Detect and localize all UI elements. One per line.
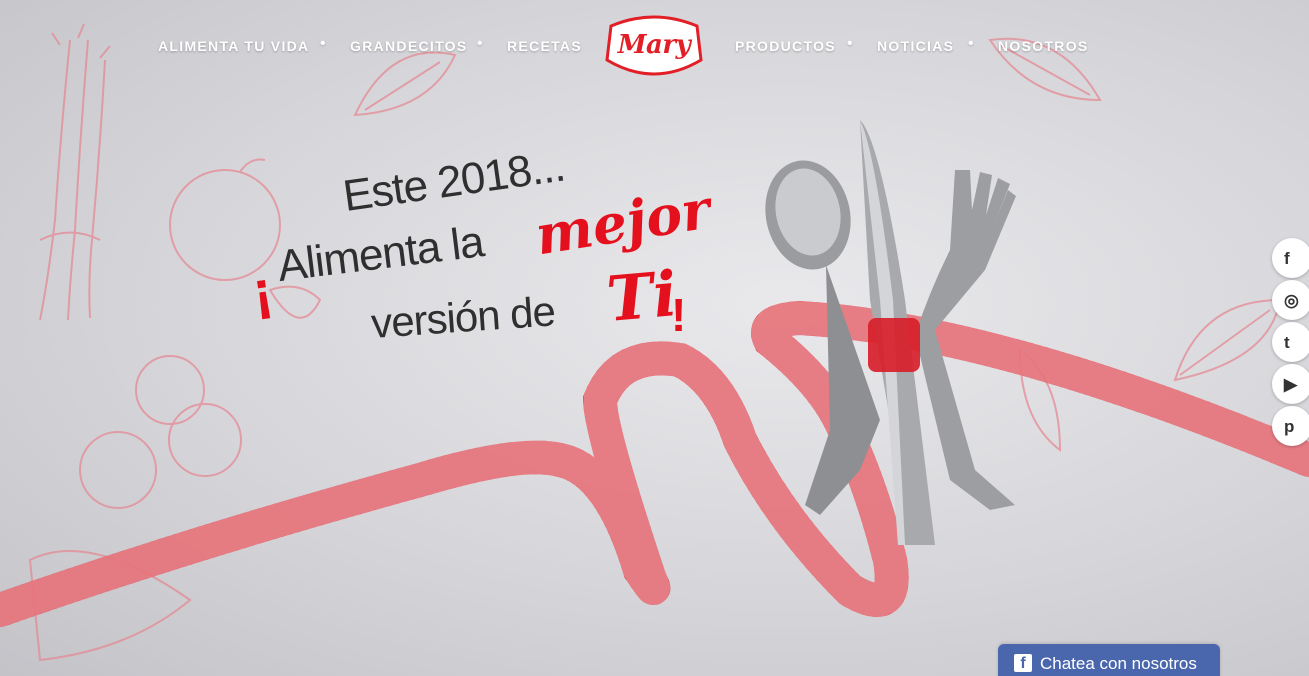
nav-recetas[interactable]: RECETAS (507, 38, 582, 54)
nav-nosotros[interactable]: NOSOTROS (998, 38, 1089, 54)
youtube-link[interactable]: ▶ (1272, 364, 1309, 404)
nav-noticias[interactable]: NOTICIAS (877, 38, 954, 54)
twitter-icon: t (1284, 332, 1290, 352)
pinterest-link[interactable]: p (1272, 406, 1309, 446)
pinterest-icon: p (1284, 416, 1295, 436)
messenger-chat-button[interactable]: f Chatea con nosotros (998, 644, 1220, 676)
youtube-icon: ▶ (1284, 374, 1298, 394)
nav-separator: • (968, 35, 974, 52)
main-navigation: ALIMENTA TU VIDA • GRANDECITOS • RECETAS… (0, 0, 1309, 95)
logo-text: Mary (617, 30, 691, 60)
nav-productos[interactable]: PRODUCTOS (735, 38, 836, 54)
facebook-icon: f (1014, 654, 1032, 672)
headline-line-2: Alimenta la (274, 217, 487, 292)
nav-separator: • (847, 35, 853, 52)
hero-banner: ALIMENTA TU VIDA • GRANDECITOS • RECETAS… (0, 0, 1309, 676)
nav-grandecitos[interactable]: GRANDECITOS (350, 38, 468, 54)
nav-separator: • (477, 35, 483, 52)
instagram-icon: ◎ (1284, 290, 1299, 310)
mary-logo[interactable]: Mary (605, 12, 703, 80)
nav-separator: • (320, 35, 326, 52)
nav-alimenta-tu-vida[interactable]: ALIMENTA TU VIDA (158, 38, 309, 54)
facebook-icon: f (1284, 248, 1290, 268)
chat-label: Chatea con nosotros (1040, 654, 1197, 673)
headline-accent-ti: Ti (603, 257, 680, 336)
headline-line-3: versión de (369, 287, 557, 348)
headline-exclamation-open: ¡ (248, 258, 276, 323)
facebook-link[interactable]: f (1272, 238, 1309, 278)
headline-exclamation-close: ! (671, 289, 687, 341)
hero-headline: Este 2018... ¡ Alimenta la mejor versión… (245, 141, 715, 360)
twitter-link[interactable]: t (1272, 322, 1309, 362)
instagram-link[interactable]: ◎ (1272, 280, 1309, 320)
